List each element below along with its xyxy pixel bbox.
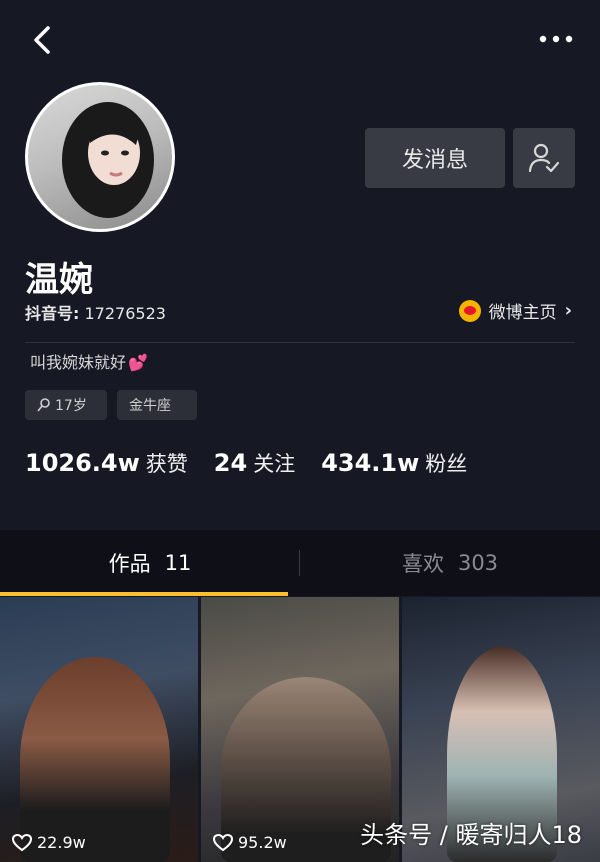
video-likes-count: 95.2w: [238, 833, 287, 852]
follow-status-button[interactable]: [513, 128, 575, 188]
tab-likes[interactable]: 喜欢 303: [300, 530, 600, 596]
tab-likes-label: 喜欢: [401, 552, 444, 576]
send-message-button[interactable]: 发消息: [365, 128, 505, 188]
female-icon: [37, 398, 50, 412]
following-count[interactable]: 24: [214, 449, 247, 477]
fans-label[interactable]: 粉丝: [425, 448, 467, 478]
following-label[interactable]: 关注: [253, 448, 295, 478]
thumbnail-image: [20, 657, 170, 862]
weibo-label: 微博主页: [488, 303, 557, 323]
douyin-id-value: 17276523: [84, 304, 166, 323]
watermark: 头条号 / 暖寄归人18: [360, 821, 582, 849]
more-dots-icon: [539, 35, 573, 43]
tab-bar: 作品 11 喜欢 303: [0, 530, 600, 596]
chevron-right-icon: ›: [564, 300, 572, 321]
stats-row: 1026.4w 获赞 24 关注 434.1w 粉丝: [25, 448, 493, 478]
back-button[interactable]: [28, 22, 58, 58]
tab-active-indicator: [0, 592, 288, 596]
bio: 叫我婉妹就好 💕: [30, 349, 148, 373]
likes-received-count: 1026.4w: [25, 449, 140, 477]
video-likes: 22.9w: [12, 833, 86, 852]
top-bar: [0, 0, 600, 80]
video-likes: 95.2w: [213, 833, 287, 852]
tab-works-count: 11: [164, 551, 192, 575]
tab-works[interactable]: 作品 11: [0, 530, 300, 596]
tag-age-label: 17岁: [55, 398, 87, 414]
chevron-left-icon: [34, 26, 50, 54]
tag-zodiac-label: 金牛座: [129, 398, 171, 414]
avatar[interactable]: [25, 82, 175, 232]
douyin-id-label: 抖音号:: [25, 304, 80, 323]
douyin-id: 抖音号: 17276523: [25, 300, 166, 324]
fans-count[interactable]: 434.1w: [321, 449, 419, 477]
heart-emoji-icon: 💕: [128, 353, 148, 372]
tag-zodiac: 金牛座: [117, 390, 197, 420]
user-check-icon: [528, 143, 560, 173]
video-thumbnail[interactable]: 22.9w: [0, 597, 198, 862]
video-likes-count: 22.9w: [37, 833, 86, 852]
likes-received-label: 获赞: [145, 452, 188, 476]
tab-likes-count: 303: [457, 551, 499, 575]
weibo-link[interactable]: 微博主页 ›: [458, 298, 572, 323]
avatar-image: [62, 102, 154, 218]
heart-icon: [12, 833, 32, 851]
divider: [25, 342, 575, 343]
heart-icon: [213, 833, 233, 851]
profile-name: 温婉: [25, 260, 93, 300]
tab-works-label: 作品: [108, 552, 151, 576]
video-grid: 22.9w 95.2w 头条号 / 暖寄归人18: [0, 597, 600, 862]
more-button[interactable]: [538, 28, 574, 50]
bio-text: 叫我婉妹就好: [30, 353, 127, 372]
weibo-icon: [458, 299, 481, 322]
tag-age: 17岁: [25, 390, 107, 420]
